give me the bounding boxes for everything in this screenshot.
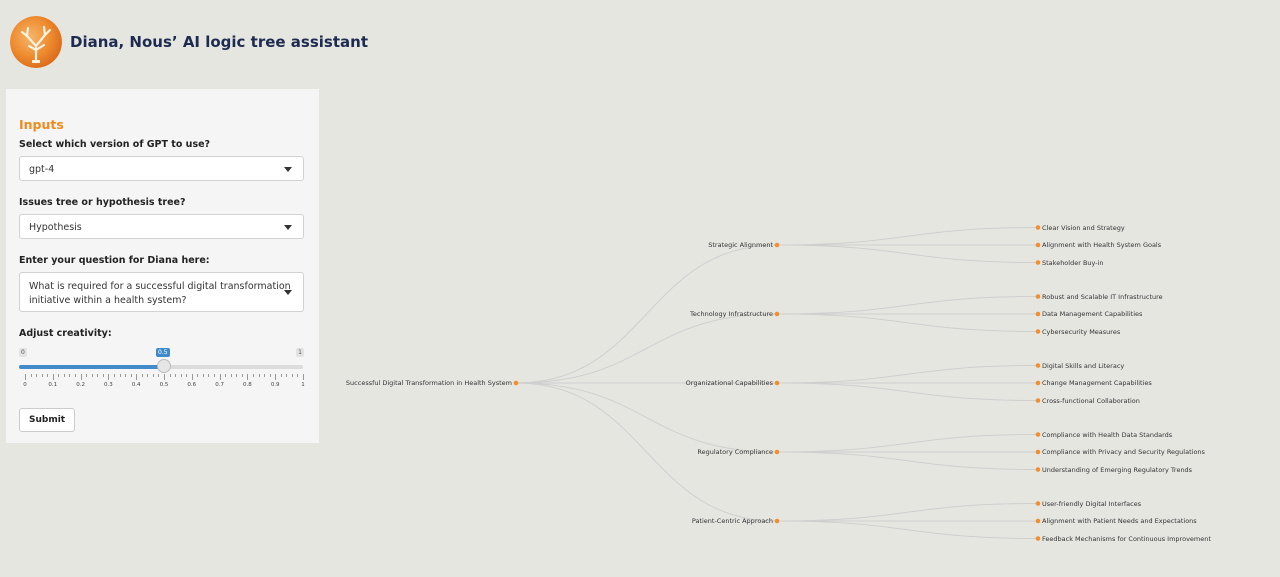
leaf-node-label: Understanding of Emerging Regulatory Tre… [1042, 465, 1193, 474]
leaf-node-dot[interactable] [1035, 449, 1041, 455]
leaf-node-label: Digital Skills and Literacy [1042, 361, 1125, 370]
branch-child-link [776, 227, 1039, 246]
branch-child-link [776, 313, 1039, 332]
branch-node-dot[interactable] [774, 518, 780, 524]
leaf-node-label: User-friendly Digital Interfaces [1042, 499, 1142, 508]
branch-node-dot[interactable] [774, 380, 780, 386]
branch-node-label: Technology Infrastructure [690, 310, 773, 318]
branch-child-link [776, 434, 1039, 453]
leaf-node-dot[interactable] [1035, 380, 1041, 386]
root-node-label: Successful Digital Transformation in Hea… [345, 379, 512, 387]
branch-child-link [776, 503, 1039, 522]
leaf-node-dot[interactable] [1035, 432, 1041, 437]
leaf-node-label: Alignment with Patient Needs and Expecta… [1042, 517, 1197, 525]
leaf-node-label: Feedback Mechanisms for Continuous Impro… [1042, 534, 1211, 543]
leaf-node-label: Compliance with Privacy and Security Reg… [1042, 448, 1205, 456]
leaf-node-label: Cross-functional Collaboration [1042, 396, 1140, 405]
leaf-node-dot[interactable] [1035, 363, 1041, 368]
branch-node-dot[interactable] [774, 449, 780, 455]
leaf-node-dot[interactable] [1035, 242, 1041, 248]
leaf-node-label: Robust and Scalable IT Infrastructure [1042, 292, 1163, 301]
leaf-node-label: Cybersecurity Measures [1042, 327, 1121, 336]
leaf-node-dot[interactable] [1035, 294, 1041, 299]
branch-child-link [776, 365, 1039, 384]
leaf-node-dot[interactable] [1035, 501, 1041, 506]
leaf-node-label: Change Management Capabilities [1042, 379, 1152, 387]
branch-node-label: Strategic Alignment [708, 241, 773, 249]
branch-node-dot[interactable] [774, 311, 780, 317]
leaf-node-label: Compliance with Health Data Standards [1042, 430, 1173, 439]
leaf-node-label: Alignment with Health System Goals [1042, 241, 1162, 249]
branch-node-label: Patient-Centric Approach [691, 517, 773, 525]
branch-node-label: Regulatory Compliance [697, 448, 773, 456]
leaf-node-dot[interactable] [1035, 398, 1041, 403]
branch-child-link [776, 520, 1039, 539]
leaf-node-label: Clear Vision and Strategy [1042, 223, 1125, 232]
branch-child-link [776, 382, 1039, 401]
leaf-node-label: Data Management Capabilities [1042, 310, 1143, 318]
leaf-node-dot[interactable] [1035, 225, 1041, 230]
leaf-node-dot[interactable] [1035, 518, 1041, 524]
leaf-node-dot[interactable] [1035, 329, 1041, 334]
root-branch-link [515, 382, 778, 453]
branch-node-label: Organizational Capabilities [685, 379, 773, 387]
root-node-dot[interactable] [513, 380, 519, 386]
root-branch-link [515, 313, 778, 384]
leaf-node-dot[interactable] [1035, 467, 1041, 472]
branch-child-link [776, 244, 1039, 263]
tree-links [513, 225, 1041, 541]
leaf-node-dot[interactable] [1035, 311, 1041, 317]
branch-child-link [776, 451, 1039, 470]
branch-child-link [776, 296, 1039, 315]
leaf-node-dot[interactable] [1035, 536, 1041, 541]
branch-node-dot[interactable] [774, 242, 780, 248]
leaf-node-dot[interactable] [1035, 260, 1041, 265]
leaf-node-label: Stakeholder Buy-in [1042, 258, 1104, 267]
